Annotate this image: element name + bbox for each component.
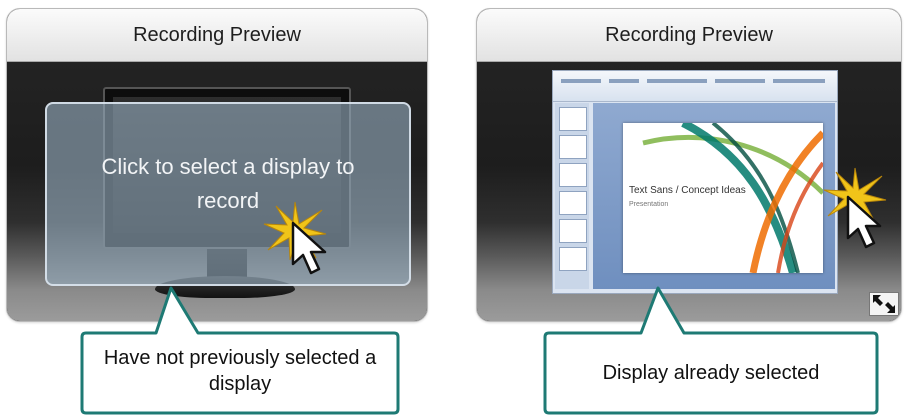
slide-swoosh-graphic <box>642 123 823 273</box>
select-display-button[interactable]: Click to select a display to record <box>45 102 411 286</box>
preview-area: Click to select a display to record <box>7 62 427 321</box>
select-display-label: Click to select a display to record <box>101 154 355 213</box>
slide-subtitle: Presentation <box>629 201 669 208</box>
panel-title: Recording Preview <box>133 23 301 46</box>
thumbnail-slide: Text Sans / Concept Ideas Presentation <box>623 123 823 273</box>
panel-header: Recording Preview <box>7 9 427 62</box>
thumbnail-ribbon <box>553 71 837 102</box>
callout-text: Display already selected <box>602 362 820 384</box>
panel-title: Recording Preview <box>605 23 773 46</box>
callout-text: Have not previously selected a display <box>103 347 377 395</box>
callout-not-selected: Have not previously selected a display <box>78 285 402 415</box>
panel-header: Recording Preview <box>477 9 901 62</box>
thumbnail-slide-list <box>555 103 589 289</box>
callout-already-selected: Display already selected <box>541 285 881 415</box>
thumbnail-stage: Text Sans / Concept Ideas Presentation <box>593 103 835 289</box>
selected-display-thumbnail[interactable]: Text Sans / Concept Ideas Presentation <box>552 70 838 294</box>
preview-area: Text Sans / Concept Ideas Presentation <box>477 62 901 321</box>
recording-preview-panel-left: Recording Preview Click to select a disp… <box>6 8 428 322</box>
slide-title: Text Sans / Concept Ideas <box>629 185 746 196</box>
recording-preview-panel-right: Recording Preview Text Sans / Concept Id… <box>476 8 902 322</box>
mouse-cursor-icon <box>846 195 882 249</box>
